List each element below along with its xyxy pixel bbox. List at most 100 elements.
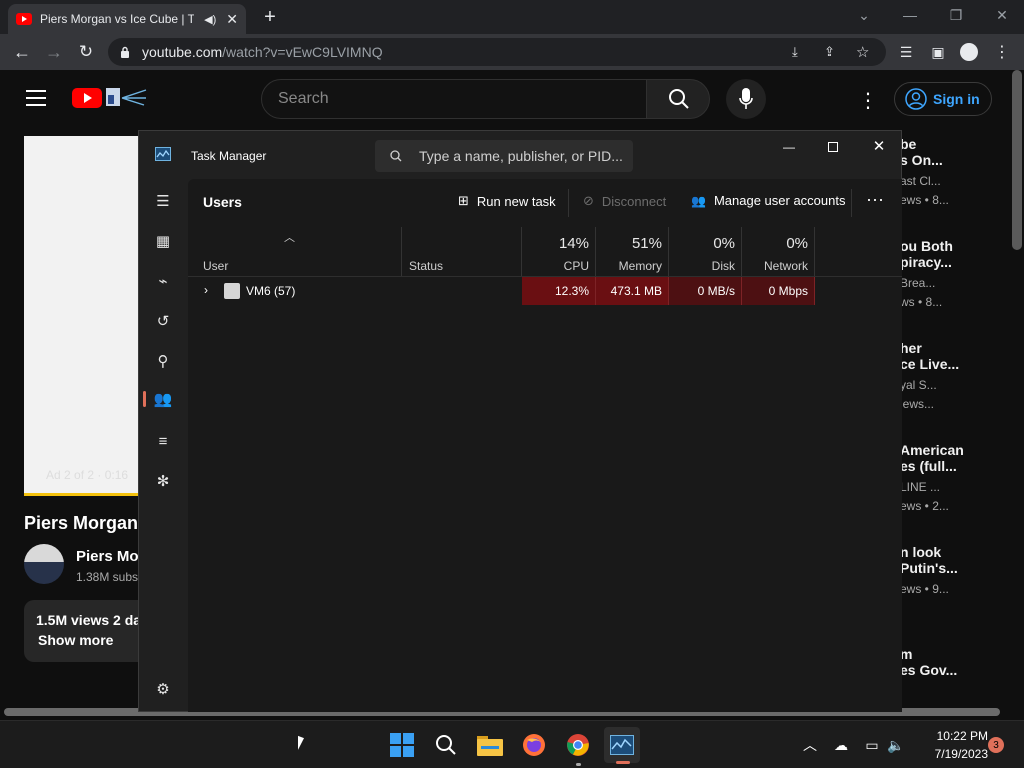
column-cpu[interactable]: 14% CPU <box>522 227 596 277</box>
column-memory-label: Memory <box>618 259 662 273</box>
nav-users-icon[interactable]: 👥 <box>151 387 175 411</box>
speaker-icon[interactable]: ◀) <box>204 13 216 26</box>
search-icon <box>390 150 402 162</box>
share-icon[interactable]: ⇪ <box>824 44 835 60</box>
nav-performance-icon[interactable]: ⌁ <box>151 269 175 293</box>
more-options-icon[interactable]: ··· <box>866 189 884 210</box>
related-item[interactable]: American es (full... LINE ... ews • 2... <box>900 442 964 513</box>
tab-search-chevron-icon[interactable]: ⌄ <box>852 4 876 26</box>
address-bar[interactable]: youtube.com/watch?v=vEwC9LVIMNQ ⤓ ⇪ ☆ <box>108 38 886 66</box>
video-title: Piers Morgan <box>24 513 139 533</box>
nav-startup-apps-icon[interactable]: ⚲ <box>151 349 175 373</box>
nav-settings-gear-icon[interactable]: ⚙ <box>151 677 175 701</box>
start-button[interactable] <box>386 729 418 761</box>
account-circle-icon <box>905 88 927 110</box>
video-player[interactable]: Ad 2 of 2 · 0:16 <box>24 136 138 496</box>
clock-date: 7/19/2023 <box>934 747 988 761</box>
column-user[interactable]: ︿ User <box>188 227 402 277</box>
url-host: youtube.com <box>142 44 223 60</box>
nav-processes-icon[interactable]: ▦ <box>151 229 175 253</box>
show-more-link[interactable]: Show more <box>38 632 113 648</box>
column-network-label: Network <box>763 259 808 273</box>
related-item[interactable]: n look Putin's... ews • 9... <box>900 544 958 596</box>
related-item[interactable]: m es Gov... <box>900 646 957 684</box>
column-status[interactable]: Status <box>402 227 522 277</box>
related-item[interactable]: ou Both piracy... Brea... ws • 8... <box>900 238 953 309</box>
run-new-task-button[interactable]: ⊞ Run new task <box>458 193 556 209</box>
bookmark-star-icon[interactable]: ☆ <box>856 43 869 61</box>
video-ad-overlay: Ad 2 of 2 · 0:16 <box>46 468 129 482</box>
network-icon[interactable]: ▭ <box>862 735 882 755</box>
tab-close-icon[interactable]: ✕ <box>226 11 238 28</box>
task-manager-nav: ☰ ▦ ⌁ ↺ ⚲ 👥 ≡ ✻ ⚙ <box>139 179 187 713</box>
column-disk-label: Disk <box>711 259 735 273</box>
expand-chevron-icon[interactable]: › <box>204 283 208 297</box>
tab-title: Piers Morgan vs Ice Cube | T <box>40 12 195 26</box>
profile-avatar-icon[interactable] <box>960 43 978 61</box>
taskbar-search-button[interactable] <box>430 729 462 761</box>
disconnect-button[interactable]: ⊘ Disconnect <box>583 193 666 209</box>
hamburger-menu-icon[interactable] <box>26 90 46 106</box>
task-manager-taskbar-button[interactable] <box>604 727 640 764</box>
restore-icon[interactable]: ❐ <box>944 4 968 26</box>
nav-details-icon[interactable]: ≡ <box>151 429 175 453</box>
search-icon <box>436 735 456 755</box>
install-icon[interactable]: ⤓ <box>792 44 798 60</box>
reload-icon[interactable]: ↻ <box>74 40 98 64</box>
page-title: Users <box>203 194 242 210</box>
sort-ascending-icon: ︿ <box>284 232 295 244</box>
column-disk[interactable]: 0% Disk <box>669 227 742 277</box>
nav-active-indicator <box>143 391 146 407</box>
nav-hamburger-icon[interactable]: ☰ <box>151 189 175 213</box>
voice-search-button[interactable] <box>726 79 766 119</box>
manage-user-accounts-button[interactable]: 👥 Manage user accounts <box>691 193 845 208</box>
forward-arrow-icon[interactable]: → <box>42 40 66 64</box>
file-explorer-button[interactable] <box>474 729 506 761</box>
process-search-input[interactable]: Type a name, publisher, or PID... <box>375 140 633 172</box>
youtube-search-input[interactable]: Search <box>261 79 647 119</box>
browser-menu-icon[interactable]: ⋮ <box>990 40 1014 64</box>
firefox-button[interactable] <box>518 729 550 761</box>
browser-tab-strip: Piers Morgan vs Ice Cube | T ◀) ✕ + ⌄ — … <box>0 0 1024 34</box>
volume-icon[interactable]: 🔈 <box>886 735 906 755</box>
youtube-search-button[interactable] <box>646 79 710 119</box>
show-hidden-icons-chevron[interactable]: ︿ <box>800 735 820 755</box>
settings-more-icon[interactable]: ⋮ <box>858 88 878 113</box>
video-progress-bar[interactable] <box>24 493 138 496</box>
side-panel-icon[interactable]: ▣ <box>926 40 950 64</box>
tm-minimize-icon[interactable]: — <box>779 137 799 157</box>
notification-badge[interactable]: 3 <box>988 737 1004 753</box>
tm-maximize-icon[interactable] <box>823 137 843 157</box>
disconnect-icon: ⊘ <box>583 193 594 208</box>
url-path: /watch?v=vEwC9LVIMNQ <box>222 44 383 60</box>
media-controls-icon[interactable]: ☰ <box>894 40 918 64</box>
back-arrow-icon[interactable]: ← <box>10 40 34 64</box>
channel-name[interactable]: Piers Mo <box>76 548 139 565</box>
nav-app-history-icon[interactable]: ↺ <box>151 309 175 333</box>
clock-time: 10:22 PM <box>936 729 988 743</box>
channel-avatar[interactable] <box>24 544 64 584</box>
close-window-icon[interactable]: ✕ <box>990 4 1014 26</box>
task-manager-window: Task Manager Type a name, publisher, or … <box>138 130 902 712</box>
subscriber-count: 1.38M subs <box>76 570 139 584</box>
description-box[interactable]: 1.5M views 2 da Show more <box>24 600 141 662</box>
sign-in-button[interactable]: Sign in <box>894 82 992 116</box>
column-network[interactable]: 0% Network <box>742 227 815 277</box>
related-item[interactable]: her ce Live... yal S... iews... <box>900 340 959 411</box>
new-tab-button[interactable]: + <box>258 6 282 28</box>
user-memory-value: 473.1 MB <box>596 277 669 305</box>
firefox-icon <box>523 734 545 756</box>
nav-services-icon[interactable]: ✻ <box>151 469 175 493</box>
chrome-button[interactable] <box>562 729 594 766</box>
vertical-scrollbar[interactable] <box>1012 70 1022 250</box>
related-item[interactable]: be s On... ast Cl... ews • 8... <box>900 136 949 207</box>
minimize-icon[interactable]: — <box>898 4 922 26</box>
tm-close-icon[interactable]: ✕ <box>869 136 889 156</box>
windows-taskbar: ︿ ☁ ▭ 🔈 10:22 PM 7/19/2023 3 <box>0 720 1024 768</box>
clock[interactable]: 10:22 PM 7/19/2023 <box>912 729 988 761</box>
user-network-value: 0 Mbps <box>742 277 815 305</box>
youtube-logo-icon[interactable] <box>72 86 148 110</box>
column-memory[interactable]: 51% Memory <box>596 227 669 277</box>
browser-tab[interactable]: Piers Morgan vs Ice Cube | T ◀) ✕ <box>8 4 246 34</box>
onedrive-icon[interactable]: ☁ <box>830 735 852 755</box>
